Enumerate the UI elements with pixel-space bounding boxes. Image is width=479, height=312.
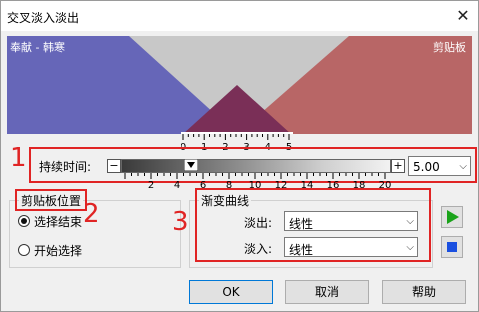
preview-stop-button[interactable]	[441, 236, 463, 258]
fade-in-curve-value: 线性	[289, 243, 314, 257]
cancel-button[interactable]: 取消	[285, 280, 369, 304]
source-clip-label: 奉献 - 韩寒	[10, 41, 65, 54]
radio-selection-start[interactable]	[18, 244, 30, 256]
chevron-down-icon: ⌵	[459, 161, 467, 172]
radio-selection-end-label[interactable]: 选择结束	[34, 213, 82, 230]
ruler-tick-label: 4	[174, 180, 180, 191]
radio-selection-end[interactable]	[18, 215, 30, 227]
duration-label: 持续时间:	[39, 160, 92, 174]
annotation-number-1: 1	[10, 143, 27, 173]
help-button[interactable]: 帮助	[382, 280, 466, 304]
radio-selection-start-label[interactable]: 开始选择	[34, 242, 82, 259]
stop-icon	[447, 242, 457, 252]
chevron-down-icon: ⌵	[406, 242, 414, 253]
title-bar: 交叉淡入淡出 ✕	[1, 1, 478, 31]
clipboard-label: 剪贴板	[433, 41, 466, 54]
fade-out-label: 淡出:	[244, 216, 273, 230]
duration-value-select[interactable]: 5.00 ⌵	[408, 156, 471, 176]
fade-out-curve-value: 线性	[289, 217, 314, 231]
clipboard-position-title: 剪贴板位置	[19, 192, 84, 209]
annotation-number-3: 3	[172, 207, 189, 237]
chevron-down-icon: ⌵	[406, 216, 414, 227]
ruler-tick-label: 2	[148, 180, 154, 191]
annotation-number-2: 2	[83, 199, 100, 229]
increase-duration-button[interactable]: +	[391, 159, 405, 173]
fade-in-curve-select[interactable]: 线性 ⌵	[284, 237, 418, 257]
play-icon	[447, 210, 459, 224]
duration-value: 5.00	[413, 160, 440, 174]
fade-in-label: 淡入:	[244, 242, 273, 256]
crossfade-preview	[7, 36, 472, 134]
fade-out-curve-select[interactable]: 线性 ⌵	[284, 211, 418, 231]
preview-play-button[interactable]	[441, 206, 463, 228]
crossfade-dialog: 交叉淡入淡出 ✕ 奉献 - 韩寒 剪贴板 012345 1 持续时间: − + …	[0, 0, 479, 312]
close-icon[interactable]: ✕	[452, 5, 474, 27]
fade-curve-title: 渐变曲线	[199, 192, 252, 209]
ok-button[interactable]: OK	[189, 280, 273, 304]
duration-slider-thumb[interactable]	[184, 159, 199, 171]
decrease-duration-button[interactable]: −	[107, 159, 121, 173]
window-title: 交叉淡入淡出	[7, 11, 80, 25]
